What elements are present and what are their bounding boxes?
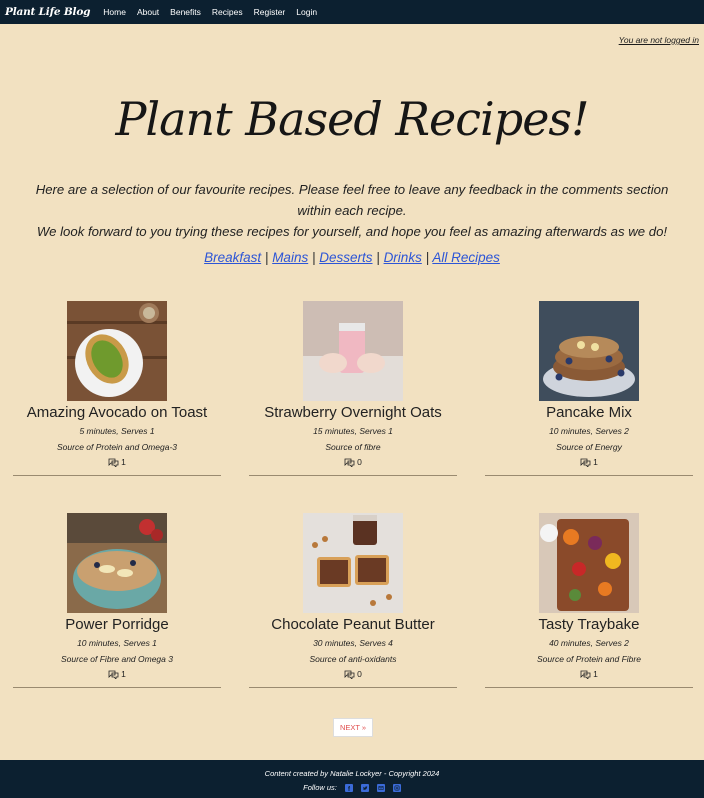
recipe-title[interactable]: Pancake Mix — [485, 404, 693, 421]
nav-link-benefits[interactable]: Benefits — [170, 7, 201, 17]
traybake-image[interactable] — [539, 513, 639, 613]
comment-count: 1 — [485, 457, 693, 467]
nav-link-register[interactable]: Register — [254, 7, 286, 17]
recipe-source: Source of Energy — [556, 442, 622, 452]
recipe-source: Source of Protein and Fibre — [537, 654, 641, 664]
intro-line-2: We look forward to you trying these reci… — [36, 224, 668, 239]
comments-icon — [580, 458, 591, 467]
comment-count: 1 — [13, 669, 221, 679]
recipe-title[interactable]: Tasty Traybake — [485, 616, 693, 633]
instagram-icon[interactable] — [392, 783, 401, 792]
recipe-source: Source of Fibre and Omega 3 — [61, 654, 173, 664]
facebook-icon[interactable] — [344, 783, 353, 792]
comments-icon — [580, 670, 591, 679]
recipe-source: Source of anti-oxidants — [309, 654, 397, 664]
brand-logo[interactable]: Plant Life Blog — [5, 6, 90, 18]
nav-link-about[interactable]: About — [137, 7, 159, 17]
navbar: Plant Life Blog Home About Benefits Reci… — [0, 0, 704, 24]
intro-text: Here are a selection of our favourite re… — [30, 179, 674, 242]
recipe-meta: 10 minutes, Serves 1 — [77, 638, 157, 648]
login-status: You are not logged in — [618, 35, 699, 45]
comment-count: 1 — [13, 457, 221, 467]
comment-count: 1 — [485, 669, 693, 679]
page-title: Plant Based Recipes! — [115, 92, 589, 146]
comment-count-value: 0 — [357, 457, 362, 467]
strawberry-oats-image[interactable] — [303, 301, 403, 401]
nav-link-recipes[interactable]: Recipes — [212, 7, 243, 17]
comment-count-value: 1 — [593, 669, 598, 679]
category-desserts[interactable]: Desserts — [319, 250, 372, 265]
recipe-meta: 5 minutes, Serves 1 — [79, 426, 155, 436]
recipe-card[interactable]: Amazing Avocado on Toast 5 minutes, Serv… — [13, 301, 221, 476]
recipe-card[interactable]: Tasty Traybake 40 minutes, Serves 2 Sour… — [485, 513, 693, 688]
footer: Content created by Natalie Lockyer - Cop… — [0, 760, 704, 798]
recipe-card[interactable]: Strawberry Overnight Oats 15 minutes, Se… — [249, 301, 457, 476]
nav-link-home[interactable]: Home — [103, 7, 126, 17]
category-separator: | — [376, 250, 380, 265]
follow-label: Follow us: — [303, 783, 337, 792]
recipe-source: Source of Protein and Omega-3 — [56, 442, 177, 452]
recipe-source: Source of fibre — [325, 442, 381, 452]
comment-count: 0 — [249, 457, 457, 467]
next-page-button[interactable]: NEXT » — [333, 718, 373, 737]
comments-icon — [108, 458, 119, 467]
comments-icon — [108, 670, 119, 679]
comment-count: 0 — [249, 669, 457, 679]
recipe-meta: 15 minutes, Serves 1 — [313, 426, 393, 436]
email-icon[interactable] — [376, 783, 385, 792]
chocolate-peanut-butter-image[interactable] — [303, 513, 403, 613]
recipe-card[interactable]: Chocolate Peanut Butter 30 minutes, Serv… — [249, 513, 457, 688]
follow-us: Follow us: — [0, 783, 704, 792]
recipe-meta: 30 minutes, Serves 4 — [313, 638, 393, 648]
category-all-recipes[interactable]: All Recipes — [432, 250, 500, 265]
comments-icon — [344, 670, 355, 679]
category-separator: | — [311, 250, 316, 265]
comment-count-value: 1 — [593, 457, 598, 467]
category-drinks[interactable]: Drinks — [384, 250, 422, 265]
category-links: Breakfast | Mains | Desserts | Drinks | … — [0, 250, 704, 265]
category-separator: | — [425, 250, 430, 265]
copyright-text: Content created by Natalie Lockyer - Cop… — [264, 769, 440, 778]
recipe-meta: 40 minutes, Serves 2 — [549, 638, 629, 648]
comments-icon — [344, 458, 355, 467]
category-separator: | — [264, 250, 269, 265]
comment-count-value: 1 — [121, 457, 126, 467]
porridge-image[interactable] — [67, 513, 167, 613]
twitter-icon[interactable] — [360, 783, 369, 792]
recipe-card[interactable]: Pancake Mix 10 minutes, Serves 2 Source … — [485, 301, 693, 476]
comment-count-value: 0 — [357, 669, 362, 679]
category-mains[interactable]: Mains — [272, 250, 308, 265]
recipe-title[interactable]: Amazing Avocado on Toast — [13, 404, 221, 421]
intro-line-1: Here are a selection of our favourite re… — [35, 182, 669, 218]
recipe-title[interactable]: Power Porridge — [13, 616, 221, 633]
pancake-image[interactable] — [539, 301, 639, 401]
nav-link-login[interactable]: Login — [296, 7, 317, 17]
recipe-card[interactable]: Power Porridge 10 minutes, Serves 1 Sour… — [13, 513, 221, 688]
recipe-title[interactable]: Chocolate Peanut Butter — [249, 616, 457, 633]
recipe-meta: 10 minutes, Serves 2 — [549, 426, 629, 436]
comment-count-value: 1 — [121, 669, 126, 679]
category-breakfast[interactable]: Breakfast — [204, 250, 261, 265]
avocado-toast-image[interactable] — [67, 301, 167, 401]
recipe-title[interactable]: Strawberry Overnight Oats — [249, 404, 457, 421]
